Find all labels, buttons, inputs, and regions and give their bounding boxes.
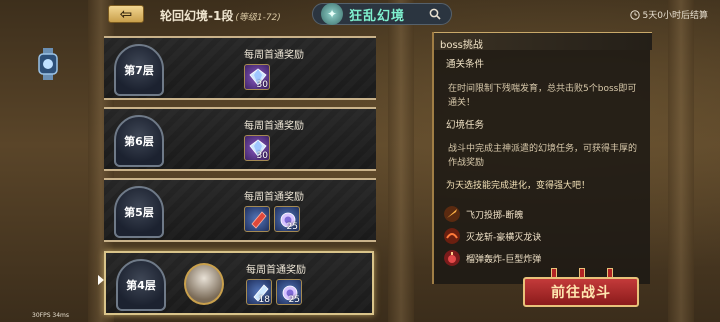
background-pillar (668, 0, 694, 322)
panel-header: boss挑战 (434, 32, 652, 51)
top-bar: ⇦ 轮回幻境-1段 (等级1-72) ✦ 狂乱幻境 5天0小时后结算 (0, 0, 720, 28)
go-to-battle-label: 前往战斗 (551, 285, 611, 301)
bomb-icon (444, 250, 460, 266)
search-icon[interactable] (429, 8, 441, 20)
reset-text: 5天0小时后结算 (642, 11, 708, 21)
fps-counter: 30FPS 34ms (32, 312, 70, 319)
skill-item[interactable]: 灭龙斩-豪横灭龙诀 (444, 228, 541, 244)
mode-emblem-icon: ✦ (321, 3, 343, 25)
reward-list: 30 (244, 135, 270, 161)
reward-list: 18 25 (246, 279, 302, 305)
reward-title: 每周首通奖励 (244, 50, 304, 61)
mission-heading: 幻境任务 (446, 120, 485, 131)
reward-list: 30 (244, 64, 270, 90)
mode-selector[interactable]: ✦ 狂乱幻境 (312, 3, 452, 25)
mission-text: 战斗中完成主神派遣的幻境任务，可获得丰厚的作战奖励 (448, 144, 638, 168)
floor-label: 第5层 (124, 206, 154, 219)
floor-badge: 第6层 (114, 115, 164, 167)
reward-count: 30 (256, 151, 268, 161)
player-avatar (184, 263, 224, 305)
blue-orb-icon[interactable]: 25 (276, 279, 302, 305)
floor-badge: 第4层 (116, 259, 166, 311)
info-panel: boss挑战 通关条件 在时间限制下残喘发育，总共击败5个boss即可通关！ 幻… (432, 32, 652, 284)
floor-item-6[interactable]: 第6层 每周首通奖励 30 (104, 107, 376, 171)
evolve-text: 为天选技能完成进化，变得强大吧！ (446, 181, 591, 191)
skill-name: 飞刀投掷-断魄 (466, 210, 524, 221)
back-button[interactable]: ⇦ (108, 5, 144, 23)
floor-item-7[interactable]: 第7层 每周首通奖励 30 (104, 36, 376, 100)
reward-title: 每周首通奖励 (244, 192, 304, 203)
flying-knife-icon (444, 206, 460, 222)
floor-item-4[interactable]: 第4层 每周首通奖励 18 25 (104, 251, 374, 315)
go-to-battle-button[interactable]: 前往战斗 (523, 277, 639, 307)
floor-badge: 第7层 (114, 44, 164, 96)
stage-level-range: (等级1-72) (235, 13, 281, 23)
floor-label: 第7层 (124, 64, 154, 77)
stage-title-text: 轮回幻境-1段 (160, 9, 234, 23)
purple-diamond-icon[interactable]: 30 (244, 135, 270, 161)
skill-name: 榴弹轰炸-巨型炸弹 (466, 254, 542, 265)
blue-orb-icon[interactable]: 25 (274, 206, 300, 232)
clock-icon (629, 9, 640, 20)
reset-timer: 5天0小时后结算 (629, 8, 708, 21)
back-arrow-icon: ⇦ (119, 4, 133, 23)
floor-label: 第6层 (124, 135, 154, 148)
blue-crystal-icon[interactable]: 18 (246, 279, 272, 305)
skill-item[interactable]: 飞刀投掷-断魄 (444, 206, 523, 222)
watch-icon[interactable] (36, 48, 60, 80)
mode-label: 狂乱幻境 (349, 8, 406, 24)
clear-condition-text: 在时间限制下残喘发育，总共击败5个boss即可通关！ (448, 84, 637, 108)
reward-count: 25 (286, 222, 298, 232)
reward-title: 每周首通奖励 (244, 121, 304, 132)
reward-title: 每周首通奖励 (246, 265, 306, 276)
reward-list: 25 (244, 206, 300, 232)
reward-count: 18 (258, 295, 270, 305)
dragon-slash-icon (444, 228, 460, 244)
reward-count: 30 (256, 80, 268, 90)
skill-item[interactable]: 榴弹轰炸-巨型炸弹 (444, 250, 541, 266)
red-crystal-icon[interactable] (244, 206, 270, 232)
background-pillar (388, 0, 414, 322)
floor-item-5[interactable]: 第5层 每周首通奖励 25 (104, 178, 376, 242)
panel-title: boss挑战 (440, 40, 483, 51)
floor-badge: 第5层 (114, 186, 164, 238)
reward-count: 25 (288, 295, 300, 305)
clear-condition-heading: 通关条件 (446, 59, 485, 70)
stage-title: 轮回幻境-1段 (等级1-72) (160, 7, 281, 24)
floor-label: 第4层 (126, 279, 156, 292)
purple-diamond-icon[interactable]: 30 (244, 64, 270, 90)
skill-name: 灭龙斩-豪横灭龙诀 (466, 232, 542, 243)
